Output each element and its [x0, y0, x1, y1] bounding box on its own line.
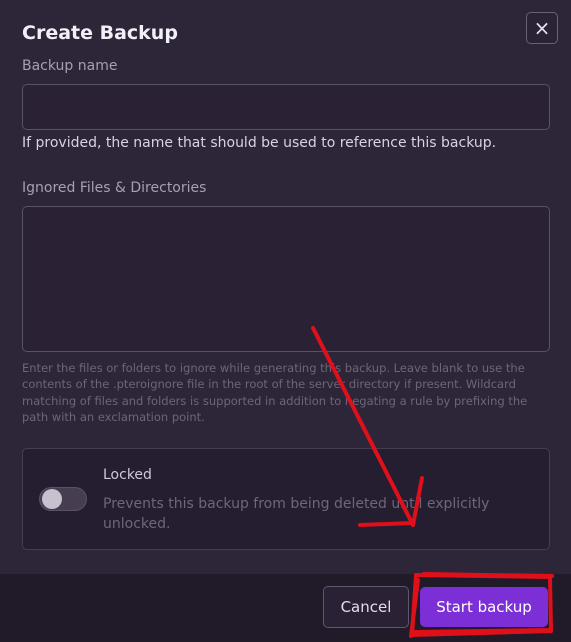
start-backup-button[interactable]: Start backup: [420, 587, 548, 627]
cancel-button[interactable]: Cancel: [323, 586, 409, 628]
ignored-files-textarea[interactable]: [22, 206, 550, 352]
backup-name-input[interactable]: [22, 84, 550, 130]
locked-title: Locked: [103, 467, 152, 483]
modal-footer: Cancel Start backup: [0, 574, 571, 642]
close-icon: ×: [533, 16, 551, 40]
ignored-files-help: Enter the files or folders to ignore whi…: [22, 361, 528, 424]
locked-toggle[interactable]: [39, 487, 87, 511]
locked-option-panel: Locked Prevents this backup from being d…: [22, 448, 550, 550]
backup-name-label: Backup name: [22, 58, 118, 74]
create-backup-modal: Create Backup × Backup name If provided,…: [0, 0, 571, 642]
close-button[interactable]: ×: [526, 12, 558, 44]
locked-description: Prevents this backup from being deleted …: [103, 496, 490, 532]
toggle-knob: [42, 489, 62, 509]
modal-title: Create Backup: [22, 22, 178, 44]
ignored-files-label: Ignored Files & Directories: [22, 180, 207, 196]
backup-name-help: If provided, the name that should be use…: [22, 135, 497, 151]
